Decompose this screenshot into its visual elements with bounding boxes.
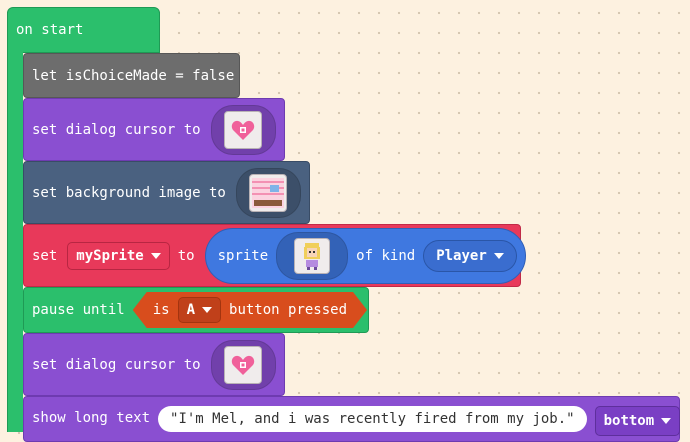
position-value: bottom xyxy=(603,413,655,429)
image-slot[interactable] xyxy=(235,167,301,218)
button-dropdown[interactable]: A xyxy=(178,297,221,323)
on-start-label: on start xyxy=(16,22,84,38)
variable-dropdown[interactable]: mySprite xyxy=(67,241,170,270)
image-slot[interactable] xyxy=(276,231,349,280)
set-dialog-cursor-label: set dialog cursor to xyxy=(32,121,201,138)
heart-cursor-icon xyxy=(224,110,263,149)
on-start-block[interactable]: on start xyxy=(7,7,160,53)
of-kind-label: of kind xyxy=(356,247,416,264)
image-slot[interactable] xyxy=(210,339,276,390)
is-label: is xyxy=(152,302,170,318)
chevron-down-icon xyxy=(150,252,161,259)
let-variable-block[interactable]: let isChoiceMade = false xyxy=(23,53,240,98)
on-start-spine xyxy=(7,52,23,432)
show-long-text-label: show long text xyxy=(32,410,151,426)
chevron-down-icon xyxy=(661,418,672,424)
set-background-block[interactable]: set background image to xyxy=(23,161,310,224)
button-value: A xyxy=(186,302,196,318)
pause-until-label: pause until xyxy=(32,302,125,318)
character-sprite-icon xyxy=(294,237,331,274)
chevron-down-icon xyxy=(493,252,504,259)
variable-name: mySprite xyxy=(76,247,144,264)
image-slot[interactable] xyxy=(210,104,276,155)
sprite-label: sprite xyxy=(217,247,269,264)
chevron-down-icon xyxy=(202,307,212,313)
set-background-label: set background image to xyxy=(32,184,226,201)
set-dialog-cursor-label: set dialog cursor to xyxy=(32,356,201,373)
to-label: to xyxy=(177,247,195,264)
set-label: set xyxy=(32,247,58,264)
kind-value: Player xyxy=(436,247,487,264)
create-sprite-block[interactable]: sprite of kind Player xyxy=(204,227,526,284)
button-pressed-condition[interactable]: is A button pressed xyxy=(133,292,367,328)
heart-cursor-icon xyxy=(224,345,263,384)
show-long-text-block[interactable]: show long text "I'm Mel, and i was recen… xyxy=(23,396,681,442)
dialog-text-input[interactable]: "I'm Mel, and i was recently fired from … xyxy=(158,406,587,432)
kind-dropdown[interactable]: Player xyxy=(423,239,517,272)
position-dropdown[interactable]: bottom xyxy=(594,406,681,436)
button-pressed-label: button pressed xyxy=(229,302,348,318)
room-background-icon xyxy=(249,173,288,212)
set-sprite-block[interactable]: set mySprite to sprite of kind Player xyxy=(23,224,526,287)
let-variable-text: let isChoiceMade = false xyxy=(32,67,235,84)
pause-until-block[interactable]: pause until is A button pressed xyxy=(23,287,369,333)
set-dialog-cursor-block[interactable]: set dialog cursor to xyxy=(23,98,285,161)
set-dialog-cursor-block[interactable]: set dialog cursor to xyxy=(23,333,285,396)
